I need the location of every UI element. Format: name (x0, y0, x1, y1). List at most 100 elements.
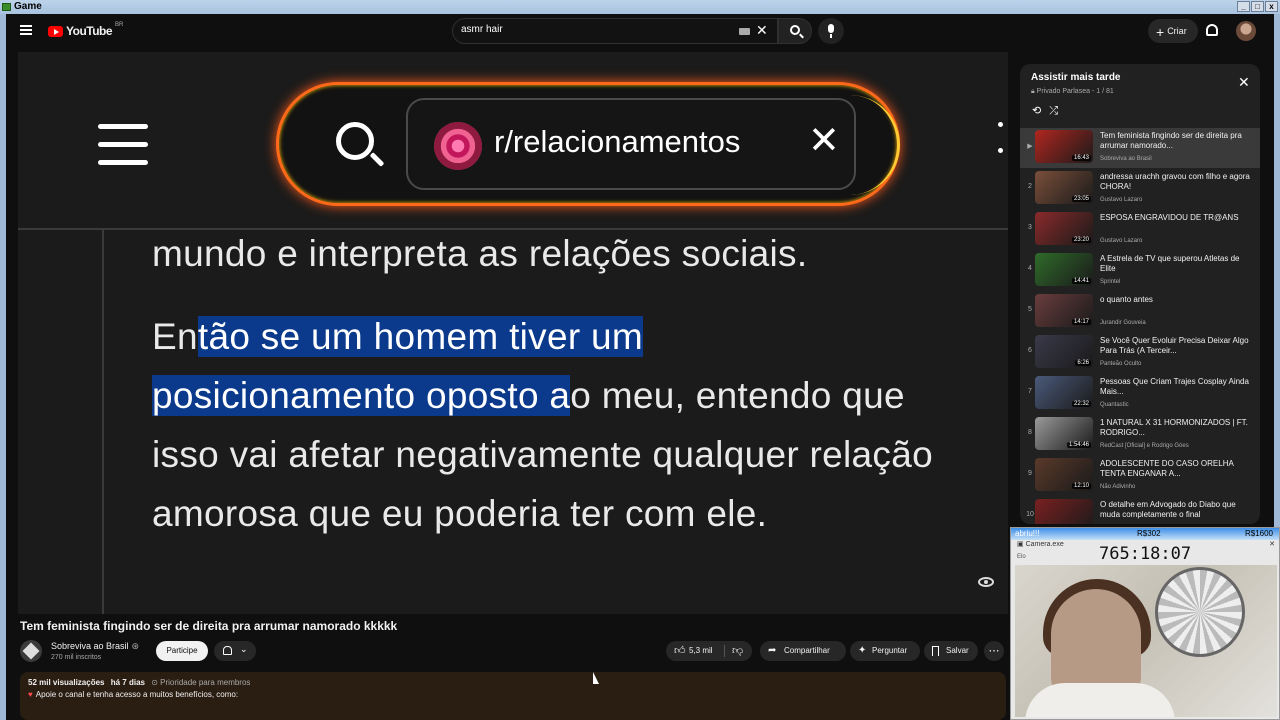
timer-label: Elo (1017, 554, 1026, 560)
playlist-item[interactable]: 6 6:26 Se Você Quer Evoluir Precisa Deixar… (1020, 333, 1260, 373)
fan-image (1155, 567, 1245, 657)
playlist-item-title[interactable]: Se Você Quer Evoluir Precisa Deixar Algo… (1100, 336, 1252, 356)
voice-search-button[interactable] (818, 18, 844, 44)
playlist-item-title[interactable]: ADOLESCENTE DO CASO ORELHA TENTA ENGANAR… (1100, 459, 1252, 479)
window-border-left (0, 14, 6, 720)
playlist-item[interactable]: 2 23:05 andressa urachh gravou com filho e… (1020, 169, 1260, 209)
verified-icon: ⊛ (131, 641, 140, 651)
playlist-item[interactable]: 4 14:41 A Estrela de TV que superou Atleta… (1020, 251, 1260, 291)
ask-button[interactable]: ✦ Perguntar (850, 641, 920, 661)
shuffle-icon[interactable]: ⤮ (1049, 105, 1066, 117)
caption-highlight-a: tão se um homem tiver um (197, 316, 644, 357)
create-label: Criar (1167, 26, 1187, 36)
video-thumbnail[interactable]: 1:54:46 (1035, 417, 1093, 450)
video-menu-icon (98, 124, 148, 166)
subscription-bell-button[interactable]: ⌄ (214, 641, 256, 661)
person-shirt (1025, 683, 1175, 717)
playlist-item-title[interactable]: A Estrela de TV que superou Atletas de E… (1100, 254, 1252, 274)
video-duration: 23:05 (1071, 196, 1091, 202)
playlist-item[interactable]: 8 1:54:46 1 NATURAL X 31 HORMONIZADOS | FT… (1020, 415, 1260, 455)
playlist-item-channel[interactable]: Não Adivinho (1100, 484, 1252, 490)
video-caption-paragraph: Então se um homem tiver um posicionament… (152, 307, 982, 543)
account-avatar[interactable] (1236, 21, 1256, 41)
share-button[interactable]: ➦ Compartilhar (760, 641, 846, 661)
caption-highlight-b: posicionamento oposto a (152, 375, 571, 416)
channel-avatar[interactable] (20, 640, 42, 662)
playlist-item-channel[interactable]: Panteão Oculto (1100, 361, 1252, 367)
camera-window-icon: ▣ (1017, 541, 1024, 548)
like-count[interactable]: 5,3 mil (689, 641, 713, 661)
close-icon[interactable]: ✕ (1238, 74, 1250, 91)
video-duration: 6:26 (1075, 360, 1091, 366)
now-playing-icon: ▶ (1027, 143, 1033, 150)
playlist-index: 3 (1028, 224, 1032, 231)
video-thumbnail[interactable]: 23:05 (1035, 171, 1093, 204)
menu-icon[interactable] (20, 25, 32, 35)
video-thumbnail[interactable]: 16:14 (1035, 499, 1093, 524)
join-button[interactable]: Participe (156, 641, 208, 661)
playlist-item-channel[interactable]: Sprintel (1100, 279, 1252, 285)
video-thumbnail[interactable]: 12:10 (1035, 458, 1093, 491)
video-thumbnail[interactable]: 22:32 (1035, 376, 1093, 409)
like-divider (724, 645, 725, 657)
thumbs-down-icon[interactable]: 👎︎ (732, 641, 743, 661)
playlist-item[interactable]: 9 12:10 ADOLESCENTE DO CASO ORELHA TENTA E… (1020, 456, 1260, 496)
video-duration: 22:32 (1071, 401, 1091, 407)
maximize-button[interactable]: □ (1251, 1, 1264, 12)
video-duration: 1:54:46 (1066, 442, 1091, 448)
search-input[interactable] (461, 24, 721, 35)
video-player[interactable]: r/relacionamentos ✕ mundo e interpreta a… (18, 52, 1008, 614)
playlist-item[interactable]: 7 22:32 Pessoas Que Criam Trajes Cosplay A… (1020, 374, 1260, 414)
thumbs-up-icon[interactable]: 👍︎ (674, 641, 686, 661)
playlist-item-title[interactable]: 1 NATURAL X 31 HORMONIZADOS | FT. RODRIG… (1100, 418, 1252, 438)
playlist-item-title[interactable]: O detalhe em Advogado do Diabo que muda … (1100, 500, 1252, 520)
playlist-item-channel[interactable]: RedCast [Oficial] e Rodrigo Góes (1100, 443, 1252, 449)
youtube-logo[interactable]: YouTube BR (48, 22, 124, 38)
description-meta: 52 mil visualizações há 7 dias ⊙ Priorid… (28, 678, 998, 687)
search-box[interactable]: ✕ (452, 18, 778, 44)
search-button[interactable] (778, 18, 812, 44)
notifications-bell-icon[interactable] (1206, 24, 1218, 36)
playlist-item[interactable]: 1016:14 O detalhe em Advogado do Diabo qu… (1020, 497, 1260, 524)
clear-search-icon[interactable]: ✕ (756, 22, 768, 39)
more-actions-button[interactable]: ⋯ (984, 641, 1004, 661)
loop-icon[interactable]: ⟲ (1032, 105, 1049, 117)
channel-name[interactable]: Sobreviva ao Brasil ⊛ (51, 641, 139, 652)
playlist-item-channel[interactable]: Gustavo Lazaro (1100, 197, 1252, 203)
like-dislike-group: 👍︎ 5,3 mil 👎︎ (666, 641, 752, 661)
playlist-owner[interactable]: Parlasea (1062, 88, 1090, 95)
playlist-item-title[interactable]: Pessoas Que Criam Trajes Cosplay Ainda M… (1100, 377, 1252, 397)
playlist-item[interactable]: 3 23:20 ESPOSA ENGRAVIDOU DE TR@ANS Gustavo… (1020, 210, 1260, 250)
video-thumbnail[interactable]: 16:43 (1035, 130, 1093, 163)
video-thumbnail[interactable]: 6:26 (1035, 335, 1093, 368)
playlist-title[interactable]: Assistir mais tarde (1031, 72, 1249, 83)
playlist-item-channel[interactable]: Gustavo Lazaro (1100, 238, 1252, 244)
video-thumbnail[interactable]: 14:41 (1035, 253, 1093, 286)
upload-age: há 7 dias (110, 678, 145, 687)
playlist-item-channel[interactable]: Jurandir Gouveia (1100, 320, 1252, 326)
video-thumbnail[interactable]: 14:17 (1035, 294, 1093, 327)
minimize-button[interactable]: _ (1237, 1, 1250, 12)
playlist-item-title[interactable]: Tem feminista fingindo ser de direita pr… (1100, 131, 1252, 151)
window-titlebar[interactable]: Game _ □ x (0, 0, 1280, 14)
close-window-button[interactable]: x (1265, 1, 1278, 12)
save-button[interactable]: Salvar (924, 641, 978, 661)
description-box[interactable]: 52 mil visualizações há 7 dias ⊙ Priorid… (20, 672, 1006, 720)
keyboard-icon[interactable] (739, 28, 750, 35)
ambient-eye-icon[interactable] (978, 577, 994, 587)
playlist-item-channel[interactable]: Sobreviva ao Brasil (1100, 156, 1252, 162)
playlist-item-title[interactable]: andressa urachh gravou com filho e agora… (1100, 172, 1252, 192)
chevron-down-icon: ⌄ (240, 644, 248, 654)
sparkle-icon: ✦ (858, 645, 867, 656)
video-subreddit-pill: r/relacionamentos ✕ (406, 98, 856, 190)
playlist-item-title[interactable]: o quanto antes (1100, 295, 1252, 305)
save-label: Salvar (946, 646, 969, 655)
video-thumbnail[interactable]: 23:20 (1035, 212, 1093, 245)
playlist-item[interactable]: 16:43 Tem feminista fingindo ser de direi… (1020, 128, 1260, 168)
bookmark-icon (932, 646, 939, 656)
region-code: BR (115, 22, 124, 28)
playlist-item-channel[interactable]: Quantastic (1100, 402, 1252, 408)
playlist-item[interactable]: 5 14:17 o quanto antes Jurandir Gouveia (1020, 292, 1260, 332)
playlist-item-title[interactable]: ESPOSA ENGRAVIDOU DE TR@ANS (1100, 213, 1252, 223)
create-button[interactable]: + Criar (1148, 19, 1198, 43)
